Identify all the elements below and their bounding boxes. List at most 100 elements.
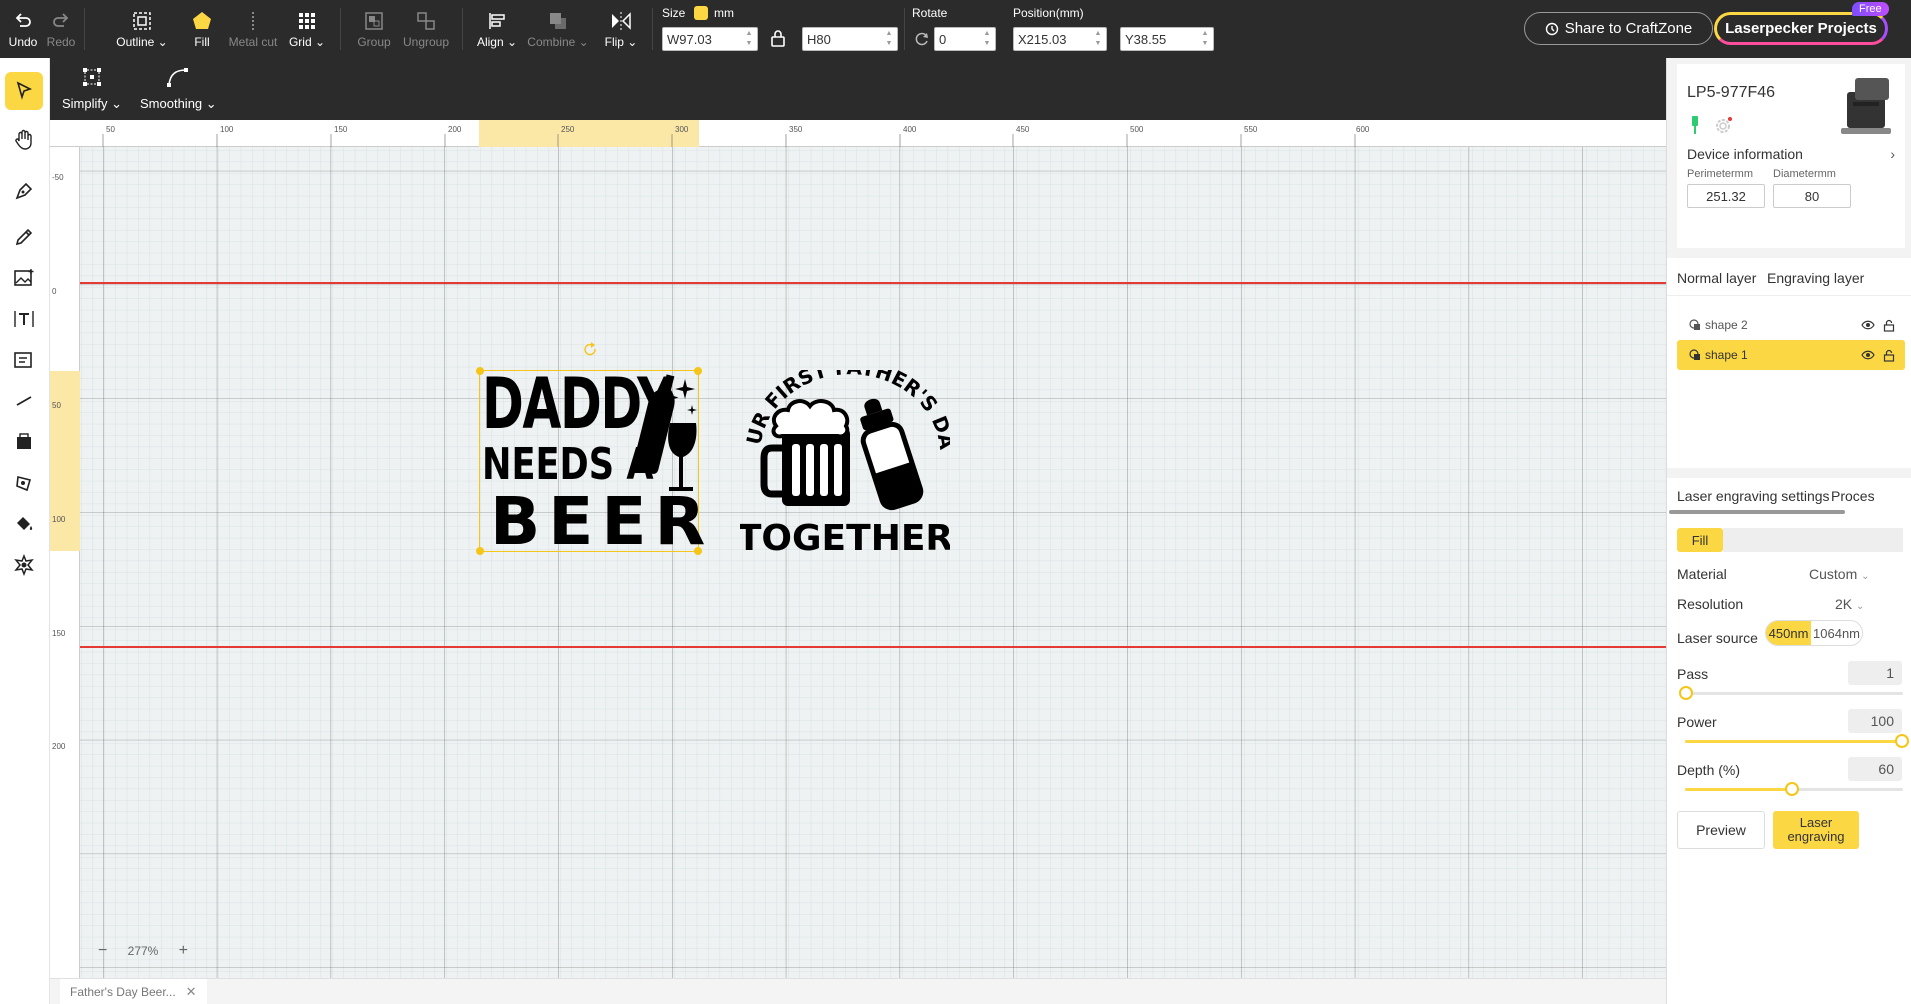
metal-cut-button[interactable]: Metal cut: [225, 0, 281, 58]
hand-tool[interactable]: [5, 122, 43, 160]
rotate-spinner-icon[interactable]: ▲ ▼: [981, 30, 993, 48]
select-tool[interactable]: [5, 72, 43, 110]
line-tool[interactable]: [5, 383, 43, 421]
artwork-daddy-needs-a-beer[interactable]: DADDY NEEDS A BEER: [476, 367, 705, 555]
preview-button[interactable]: Preview: [1677, 811, 1765, 849]
pass-input[interactable]: 1: [1848, 661, 1902, 685]
power-slider-handle[interactable]: [1895, 734, 1909, 748]
share-craftzone-button[interactable]: Share to CraftZone: [1524, 12, 1713, 45]
y-spinner-icon[interactable]: ▲ ▼: [1199, 30, 1211, 48]
resize-handle[interactable]: [694, 547, 702, 555]
image-tool[interactable]: [5, 260, 43, 298]
badge-icon: [13, 553, 35, 579]
x-position-input[interactable]: X215.03 ▲ ▼: [1013, 27, 1107, 51]
diameter-input[interactable]: 80: [1773, 184, 1851, 208]
artwork-text-together: TOGETHER: [740, 518, 950, 556]
tab-engraving-layer[interactable]: Engraving layer: [1767, 270, 1864, 286]
ruler-tick: 300: [675, 125, 689, 134]
zoom-out-icon[interactable]: −: [98, 942, 107, 960]
outline-button[interactable]: Outline ⌄: [114, 0, 170, 58]
resize-handle[interactable]: [476, 367, 484, 375]
material-tool[interactable]: [5, 547, 43, 585]
pencil-tool[interactable]: [5, 219, 43, 257]
laser-engraving-button[interactable]: Laser engraving: [1773, 811, 1859, 849]
preview-label: Preview: [1696, 822, 1746, 838]
power-input[interactable]: 100: [1848, 709, 1902, 733]
tab-normal-layer[interactable]: Normal layer: [1677, 270, 1756, 286]
fill-mode-button[interactable]: Fill: [1677, 528, 1723, 552]
grid-button[interactable]: Grid ⌄: [286, 0, 328, 58]
fill-label: Fill: [194, 35, 210, 49]
ruler-tick: 200: [448, 125, 462, 134]
close-icon[interactable]: ✕: [186, 984, 197, 1000]
settings-gear-icon[interactable]: [1713, 116, 1733, 139]
pen-tool[interactable]: [5, 173, 43, 211]
fill-button[interactable]: Fill: [184, 0, 220, 58]
resize-handle[interactable]: [476, 547, 484, 555]
laser-source-toggle: 450nm 1064nm: [1765, 620, 1863, 646]
pass-label: Pass: [1677, 666, 1709, 682]
height-spinner-icon[interactable]: ▲ ▼: [883, 30, 895, 48]
simplify-button[interactable]: Simplify ⌄: [62, 66, 122, 112]
rotate-handle-icon[interactable]: [582, 342, 598, 361]
tab-process[interactable]: Proces: [1831, 488, 1875, 504]
smoothing-button[interactable]: Smoothing ⌄: [140, 66, 217, 112]
height-input[interactable]: H80 ▲ ▼: [802, 27, 898, 51]
tab-laser-engraving-settings[interactable]: Laser engraving settings: [1677, 488, 1830, 504]
zoom-in-icon[interactable]: +: [179, 942, 188, 960]
tab-scrollbar[interactable]: [1669, 510, 1845, 514]
lock-icon[interactable]: [1883, 349, 1895, 362]
width-spinner-icon[interactable]: ▲ ▼: [743, 30, 755, 48]
laser-1064nm-option[interactable]: 1064nm: [1811, 621, 1862, 645]
undo-button[interactable]: Undo: [6, 0, 40, 58]
y-position-input[interactable]: Y38.55 ▲ ▼: [1120, 27, 1214, 51]
redo-button[interactable]: Redo: [44, 0, 78, 58]
device-information-link[interactable]: Device information ›: [1677, 140, 1905, 168]
aspect-lock-icon[interactable]: [770, 29, 786, 50]
depth-slider[interactable]: [1685, 782, 1903, 796]
curved-text-tool[interactable]: [5, 342, 43, 380]
polygon-tool[interactable]: [5, 465, 43, 503]
laser-450nm-option[interactable]: 450nm: [1766, 621, 1812, 645]
artwork-text-beer: BEER: [490, 483, 714, 560]
shape-tool[interactable]: [5, 424, 43, 462]
pass-slider-handle[interactable]: [1679, 686, 1693, 700]
document-tab[interactable]: Father's Day Beer... ✕: [60, 979, 207, 1004]
width-input[interactable]: W97.03 ▲ ▼: [662, 27, 758, 51]
power-slider[interactable]: [1685, 734, 1909, 748]
depth-value: 60: [1878, 761, 1894, 777]
hand-icon: [14, 129, 34, 154]
group-button[interactable]: Group: [354, 0, 394, 58]
resolution-select[interactable]: 2K ⌄: [1835, 596, 1864, 612]
resize-handle[interactable]: [694, 367, 702, 375]
eye-icon[interactable]: [1861, 320, 1875, 330]
align-button[interactable]: Align ⌄: [474, 0, 520, 58]
group-icon: [360, 9, 388, 33]
size-lock-toggle-icon[interactable]: [694, 6, 708, 20]
pass-slider[interactable]: [1679, 686, 1903, 700]
artwork-first-fathers-day[interactable]: OUR FIRST FATHER'S DAY TOGETHER: [740, 370, 950, 556]
material-select[interactable]: Custom ⌄: [1809, 566, 1870, 582]
laser-source-label: Laser source: [1677, 630, 1758, 646]
rotate-input[interactable]: 0 ▲ ▼: [934, 27, 996, 51]
depth-input[interactable]: 60: [1848, 757, 1902, 781]
laserpecker-projects-button[interactable]: Laserpecker Projects: [1714, 12, 1888, 45]
text-tool[interactable]: [5, 301, 43, 339]
x-spinner-icon[interactable]: ▲ ▼: [1092, 30, 1104, 48]
ungroup-button[interactable]: Ungroup: [400, 0, 452, 58]
grid-icon: [293, 9, 321, 33]
lock-icon[interactable]: [1883, 319, 1895, 332]
combine-button[interactable]: Combine ⌄: [526, 0, 590, 58]
depth-slider-handle[interactable]: [1785, 782, 1799, 796]
eye-icon[interactable]: [1861, 350, 1875, 360]
design-canvas[interactable]: 50 100 150 200 250 300 350 400 450 500 5…: [50, 120, 1666, 978]
align-label: Align: [476, 35, 504, 49]
size-unit: mm: [714, 6, 734, 20]
perimeter-input[interactable]: 251.32: [1687, 184, 1765, 208]
layer-row[interactable]: shape 2: [1677, 310, 1905, 340]
fill-tool[interactable]: [5, 506, 43, 544]
resolution-label: Resolution: [1677, 596, 1744, 612]
flip-button[interactable]: Flip ⌄: [598, 0, 644, 58]
ruler-tick: 200: [52, 742, 66, 751]
layer-row[interactable]: shape 1: [1677, 340, 1905, 370]
